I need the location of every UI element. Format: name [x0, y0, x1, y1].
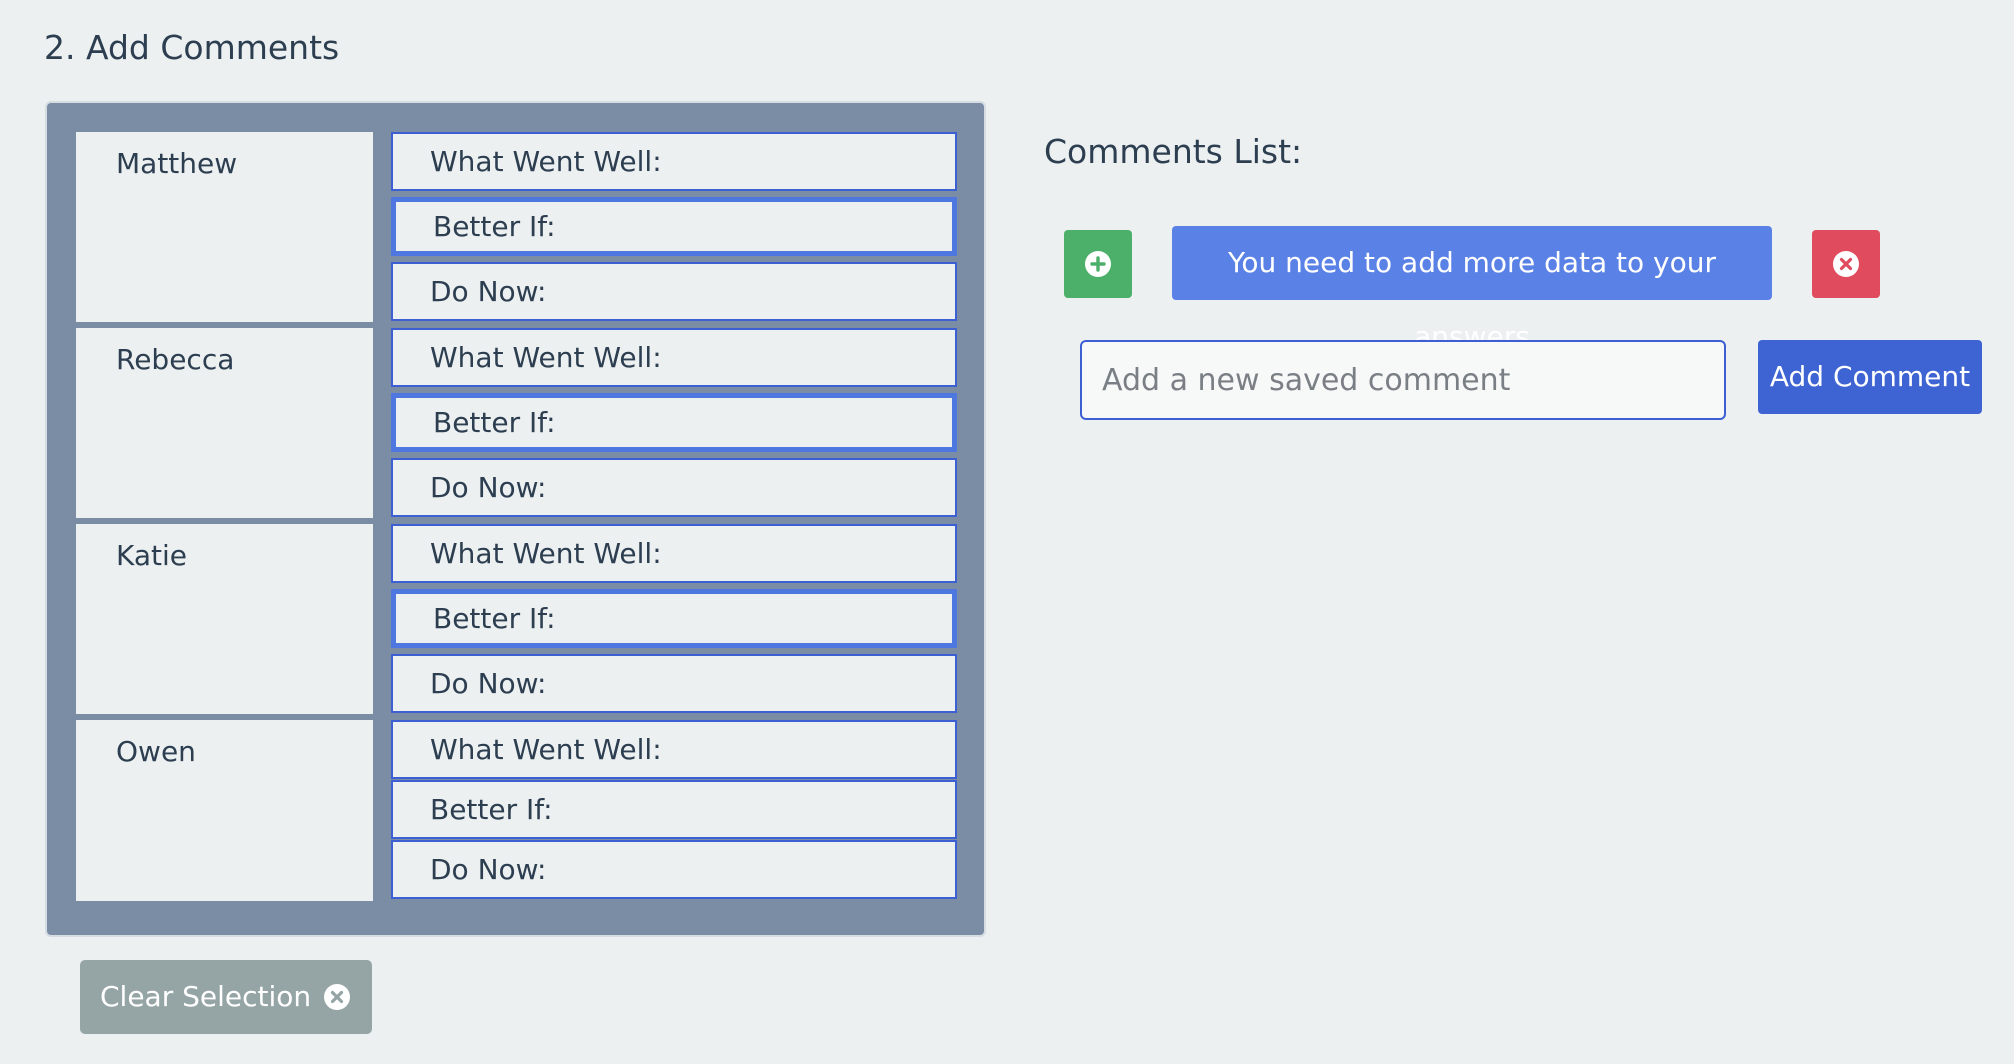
add-comment-button[interactable]: Add Comment	[1758, 340, 1982, 414]
field-better-if[interactable]: Better If:	[391, 197, 957, 256]
field-what-went-well[interactable]: What Went Well:	[391, 720, 957, 779]
field-better-if[interactable]: Better If:	[391, 393, 957, 452]
student-row: Rebecca What Went Well: Better If: Do No…	[76, 328, 957, 518]
student-name[interactable]: Katie	[76, 524, 373, 714]
field-what-went-well[interactable]: What Went Well:	[391, 328, 957, 387]
field-better-if[interactable]: Better If:	[391, 780, 957, 839]
field-do-now[interactable]: Do Now:	[391, 654, 957, 713]
close-circle-icon	[324, 984, 350, 1010]
field-what-went-well[interactable]: What Went Well:	[391, 132, 957, 191]
delete-comment-button[interactable]	[1812, 230, 1880, 298]
use-comment-button[interactable]	[1064, 230, 1132, 298]
field-what-went-well[interactable]: What Went Well:	[391, 524, 957, 583]
student-name[interactable]: Owen	[76, 720, 373, 901]
comments-list-title: Comments List:	[1044, 132, 1303, 171]
field-do-now[interactable]: Do Now:	[391, 262, 957, 321]
saved-comment-item[interactable]: You need to add more data to your answer…	[1172, 226, 1772, 353]
field-do-now[interactable]: Do Now:	[391, 840, 957, 899]
close-circle-icon	[1833, 251, 1859, 277]
student-name[interactable]: Matthew	[76, 132, 373, 322]
plus-circle-icon	[1085, 251, 1111, 277]
section-title: 2. Add Comments	[44, 28, 340, 67]
field-do-now[interactable]: Do Now:	[391, 458, 957, 517]
student-grid: Matthew What Went Well: Better If: Do No…	[45, 101, 986, 937]
clear-selection-label: Clear Selection	[100, 980, 312, 1013]
student-name[interactable]: Rebecca	[76, 328, 373, 518]
student-row: Katie What Went Well: Better If: Do Now:	[76, 524, 957, 714]
new-comment-input[interactable]	[1080, 340, 1726, 420]
student-row: Matthew What Went Well: Better If: Do No…	[76, 132, 957, 322]
field-better-if[interactable]: Better If:	[391, 589, 957, 648]
clear-selection-button[interactable]: Clear Selection	[80, 960, 372, 1034]
student-row: Owen What Went Well: Better If: Do Now:	[76, 720, 957, 901]
